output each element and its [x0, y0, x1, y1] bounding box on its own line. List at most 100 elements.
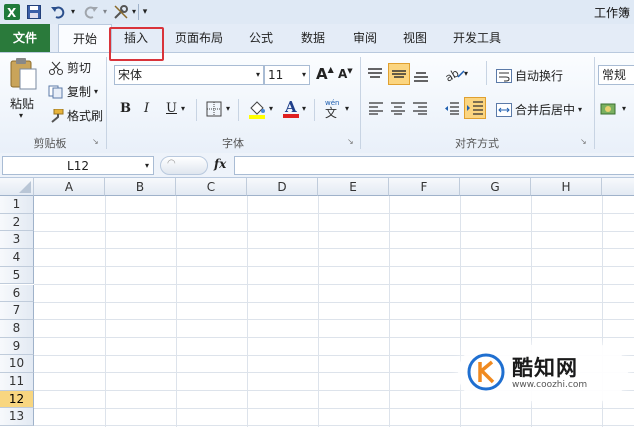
font-launcher-icon[interactable]: ↘	[347, 137, 354, 146]
paste-button[interactable]: 粘贴	[10, 95, 34, 112]
tab-page-layout[interactable]: 页面布局	[168, 24, 230, 52]
border-dropdown-icon[interactable]: ▾	[226, 104, 230, 113]
row-header-6[interactable]: 6	[0, 284, 34, 303]
font-separator	[238, 99, 239, 121]
orientation-dropdown-icon[interactable]: ▾	[464, 69, 468, 78]
undo-dropdown-icon[interactable]: ▾	[69, 3, 77, 20]
tab-home[interactable]: 开始	[58, 24, 112, 53]
tab-view[interactable]: 视图	[392, 24, 438, 52]
paste-dropdown-icon[interactable]: ▾	[19, 111, 23, 120]
redo-dropdown-icon[interactable]: ▾	[101, 3, 109, 20]
font-color-icon[interactable]: A	[282, 97, 300, 122]
column-header-c[interactable]: C	[176, 178, 247, 196]
row-header-4[interactable]: 4	[0, 249, 34, 267]
font-size-dropdown-icon[interactable]: ▾	[302, 66, 306, 84]
font-name-dropdown-icon[interactable]: ▾	[256, 66, 260, 84]
grid-line	[34, 230, 634, 232]
alignment-launcher-icon[interactable]: ↘	[580, 137, 587, 146]
name-box[interactable]: L12 ▾	[2, 156, 154, 175]
save-icon[interactable]	[26, 3, 42, 20]
row-header-10[interactable]: 10	[0, 355, 34, 373]
phonetic-guide-icon[interactable]: wén 文	[322, 97, 344, 122]
align-bottom-icon[interactable]	[412, 67, 430, 86]
row-header-8[interactable]: 8	[0, 319, 34, 338]
toolbar-divider	[138, 4, 139, 20]
underline-dropdown-icon[interactable]: ▾	[181, 104, 185, 113]
tab-data[interactable]: 数据	[290, 24, 336, 52]
font-separator	[196, 99, 197, 121]
clipboard-launcher-icon[interactable]: ↘	[92, 137, 99, 146]
formula-input[interactable]	[234, 156, 634, 175]
shrink-font-button[interactable]: A▼	[338, 67, 353, 81]
insert-function-button[interactable]: fx	[214, 157, 226, 171]
row-header-13[interactable]: 13	[0, 408, 34, 427]
phonetic-dropdown-icon[interactable]: ▾	[345, 104, 349, 113]
watermark: 酷知网 www.coozhi.com	[458, 345, 628, 401]
row-header-12[interactable]: 12	[0, 390, 34, 409]
increase-indent-button[interactable]	[464, 97, 486, 119]
column-header-b[interactable]: B	[105, 178, 176, 196]
tab-file[interactable]: 文件	[0, 24, 50, 52]
tools-icon[interactable]	[112, 3, 130, 20]
customize-quick-access-icon[interactable]: ▾	[140, 3, 150, 20]
border-icon[interactable]	[206, 101, 222, 120]
fill-color-icon[interactable]	[248, 99, 266, 122]
wrap-text-label: 自动换行	[515, 69, 564, 83]
row-header-1[interactable]: 1	[0, 196, 34, 214]
grow-font-button[interactable]: A▲	[316, 65, 334, 83]
cut-button[interactable]: 剪切	[48, 59, 91, 76]
font-size-select[interactable]: 11 ▾	[264, 65, 310, 85]
merge-center-button[interactable]: 合并后居中 ▾	[496, 101, 582, 118]
orientation-icon[interactable]: ab	[443, 65, 466, 86]
redo-icon[interactable]	[82, 3, 100, 20]
merge-center-dropdown-icon[interactable]: ▾	[578, 105, 582, 114]
expand-handle-icon[interactable]: ◠	[167, 158, 176, 169]
row-header-9[interactable]: 9	[0, 337, 34, 356]
tab-review[interactable]: 审阅	[342, 24, 388, 52]
italic-button[interactable]: I	[144, 101, 149, 116]
currency-format-icon[interactable]	[600, 101, 622, 120]
tab-formulas[interactable]: 公式	[238, 24, 284, 52]
insert-tab-highlight	[109, 27, 164, 61]
currency-dropdown-icon[interactable]: ▾	[622, 104, 626, 113]
number-format-select[interactable]: 常规	[598, 65, 634, 85]
name-box-dropdown-icon[interactable]: ▾	[145, 157, 149, 175]
copy-dropdown-icon[interactable]: ▾	[94, 87, 98, 96]
align-top-icon[interactable]	[366, 67, 384, 86]
column-header-e[interactable]: E	[318, 178, 389, 196]
align-right-icon[interactable]	[412, 101, 428, 118]
bold-button[interactable]: B	[120, 101, 131, 116]
fill-color-dropdown-icon[interactable]: ▾	[269, 104, 273, 113]
column-header-h[interactable]: H	[531, 178, 602, 196]
underline-button[interactable]: U	[166, 101, 177, 116]
align-middle-button[interactable]	[388, 63, 410, 85]
align-center-icon[interactable]	[390, 101, 406, 118]
row-header-5[interactable]: 5	[0, 266, 34, 285]
column-header-f[interactable]: F	[389, 178, 460, 196]
column-header-g[interactable]: G	[460, 178, 531, 196]
row-header-3[interactable]: 3	[0, 231, 34, 250]
font-name-select[interactable]: 宋体 ▾	[114, 65, 264, 85]
tools-dropdown-icon[interactable]: ▾	[130, 3, 138, 20]
align-left-icon[interactable]	[368, 101, 384, 118]
column-header-a[interactable]: A	[34, 178, 105, 196]
row-header-11[interactable]: 11	[0, 373, 34, 391]
decrease-indent-icon[interactable]	[444, 101, 460, 118]
undo-icon[interactable]	[48, 3, 68, 20]
row-header-7[interactable]: 7	[0, 302, 34, 320]
paste-icon[interactable]	[8, 57, 40, 91]
column-header-partial[interactable]	[602, 178, 634, 196]
cut-label: 剪切	[67, 61, 92, 75]
tab-developer[interactable]: 开发工具	[444, 24, 510, 52]
merge-center-icon	[496, 102, 512, 117]
copy-button[interactable]: 复制 ▾	[48, 83, 98, 100]
font-color-dropdown-icon[interactable]: ▾	[302, 104, 306, 113]
grid-line	[34, 425, 634, 427]
column-header-d[interactable]: D	[247, 178, 318, 196]
row-header-2[interactable]: 2	[0, 213, 34, 232]
format-painter-button[interactable]: 格式刷	[48, 107, 103, 124]
ribbon: 粘贴 ▾ 剪切 复制 ▾ 格式刷 剪贴板 ↘ 宋体 ▾ 11 ▾ A▲ A▼ B…	[0, 52, 634, 154]
wrap-text-button[interactable]: 自动换行	[496, 67, 563, 84]
select-all-corner[interactable]	[0, 178, 34, 196]
scissors-icon	[48, 61, 64, 75]
